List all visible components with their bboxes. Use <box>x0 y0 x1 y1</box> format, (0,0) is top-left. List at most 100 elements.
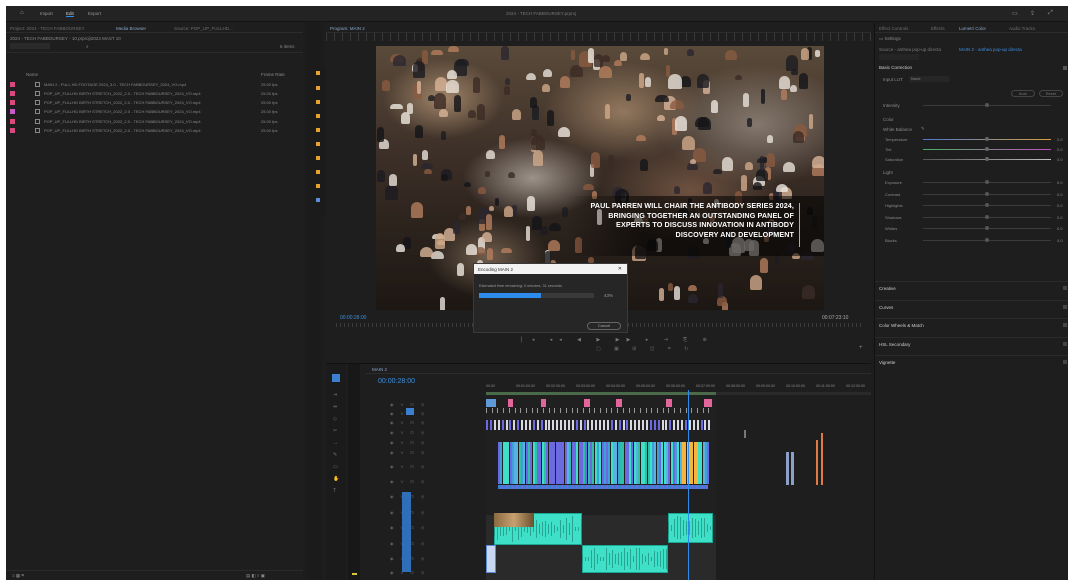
list-item[interactable]: POP_UP_FULLHD BIRTH STRETCH_2022_2.0 - T… <box>6 89 303 97</box>
clip[interactable] <box>606 420 609 430</box>
clip[interactable] <box>642 420 644 430</box>
clip[interactable] <box>744 430 746 438</box>
section-header[interactable]: Vignette <box>879 360 895 365</box>
track-header[interactable]: ◉ V ⊡ ◎ <box>390 420 480 428</box>
clip[interactable] <box>673 420 676 430</box>
tab-source[interactable]: Source: POP_UP_FULLHD... <box>174 26 233 31</box>
tab-edit[interactable]: Edit <box>66 11 74 17</box>
home-icon[interactable]: ⌂ <box>20 10 24 16</box>
share-icon[interactable]: ⇪ <box>1030 10 1035 17</box>
close-icon[interactable]: ✕ <box>618 266 622 272</box>
clip[interactable] <box>505 420 508 430</box>
clip[interactable] <box>610 420 613 430</box>
tab-import[interactable]: Import <box>40 11 53 16</box>
tab-effects[interactable]: Effects <box>931 26 945 31</box>
clip[interactable] <box>544 420 547 430</box>
clip[interactable] <box>541 399 546 407</box>
col-name-header[interactable]: Name <box>26 72 38 77</box>
section-header[interactable]: Creative <box>879 286 896 291</box>
search-icon[interactable]: ⌕ <box>86 44 89 49</box>
clip[interactable] <box>486 420 488 430</box>
clip[interactable] <box>532 420 535 430</box>
cancel-button[interactable]: Cancel <box>587 322 621 330</box>
clip[interactable] <box>536 420 539 430</box>
slider-knob[interactable] <box>985 180 989 184</box>
tab-export[interactable]: Export <box>88 11 101 16</box>
section-header[interactable]: Curves <box>879 305 893 310</box>
clip[interactable] <box>595 420 598 430</box>
section-header[interactable]: Color Wheels & Match <box>879 323 924 328</box>
clip[interactable] <box>618 420 621 430</box>
clip[interactable] <box>591 420 594 430</box>
list-item[interactable]: POP_UP_FULLHD BIRTH STRETCH_2022_2.0 - T… <box>6 108 303 116</box>
track-header[interactable]: ◉ V ⊡ ◎ <box>390 464 480 472</box>
slider-knob[interactable] <box>985 137 989 141</box>
clip[interactable] <box>696 420 699 430</box>
reset-button[interactable]: Reset <box>1039 90 1063 97</box>
track-header[interactable]: ◉ V ⊡ ◎ <box>390 402 480 410</box>
lumetri-settings-tab[interactable]: ▭ Settings <box>879 36 901 42</box>
clip[interactable] <box>666 399 672 407</box>
clip[interactable] <box>571 420 574 430</box>
clip[interactable] <box>556 420 559 430</box>
clip[interactable] <box>603 420 605 430</box>
clip[interactable] <box>528 420 531 430</box>
clip[interactable] <box>540 420 543 430</box>
slider-knob[interactable] <box>985 147 989 151</box>
clip[interactable] <box>493 420 496 430</box>
track-header[interactable]: ◉ V ⊡ ◎ <box>390 450 480 458</box>
slider-knob[interactable] <box>985 226 989 230</box>
clip[interactable] <box>657 420 660 430</box>
clip[interactable] <box>626 420 629 430</box>
clip[interactable] <box>661 420 664 430</box>
clip[interactable] <box>614 420 617 430</box>
tab-program[interactable]: Program: MAIN 2 <box>330 26 365 31</box>
clip[interactable] <box>486 545 496 573</box>
clip[interactable] <box>508 399 513 407</box>
clip[interactable] <box>497 420 500 430</box>
list-item[interactable]: POP_UP_FULLHD BIRTH STRETCH_2022_2.0 - T… <box>6 117 303 125</box>
section-header[interactable]: HSL Secondary <box>879 342 910 347</box>
slider-knob[interactable] <box>985 214 989 219</box>
clip[interactable] <box>584 399 590 407</box>
clip[interactable] <box>567 420 570 430</box>
clip[interactable] <box>560 420 563 430</box>
clip[interactable] <box>645 420 648 430</box>
clip[interactable] <box>708 420 711 430</box>
timeline-timecode[interactable]: 00:00:28:00 <box>378 378 415 385</box>
track-header[interactable]: ◉ V ⊡ ◎ <box>390 440 480 448</box>
track-target-a1[interactable] <box>402 492 411 572</box>
clip[interactable] <box>688 420 691 430</box>
fullscreen-icon[interactable]: ⤢ <box>1048 10 1053 17</box>
clip[interactable] <box>786 452 789 485</box>
clip[interactable] <box>816 440 818 485</box>
section-toggle[interactable] <box>1063 323 1067 328</box>
intensity-knob[interactable] <box>985 103 989 107</box>
tab-audio-tracks[interactable]: Audio Tracks <box>1009 26 1035 31</box>
clip[interactable] <box>665 420 668 430</box>
track-target-v1[interactable] <box>406 408 414 415</box>
list-item[interactable]: MAIN 2 - FULL HD FOOTAGE 2024_3.0 - TECH… <box>6 80 303 88</box>
list-view-icon[interactable]: ≡ ▦ ⌗ <box>12 573 24 579</box>
clip[interactable] <box>630 420 633 430</box>
tab-effect-controls[interactable]: Effect Controls <box>879 26 908 31</box>
clip[interactable] <box>501 420 504 430</box>
section-toggle[interactable] <box>1063 66 1067 70</box>
clip[interactable] <box>707 442 710 484</box>
clip[interactable] <box>704 399 712 407</box>
search-input[interactable] <box>10 43 50 49</box>
track-header[interactable]: ◉ V ⊡ ◎ <box>390 479 480 487</box>
section-toggle[interactable] <box>1063 341 1067 346</box>
clip[interactable] <box>684 420 687 430</box>
clip[interactable] <box>700 420 703 430</box>
clip[interactable] <box>525 420 527 430</box>
clip[interactable] <box>513 420 516 430</box>
tab-media-browser[interactable]: Media Browser <box>116 26 146 31</box>
clip[interactable] <box>821 433 823 485</box>
clip[interactable] <box>791 452 794 485</box>
input-lut-select[interactable]: None <box>909 76 949 82</box>
clip[interactable] <box>677 420 680 430</box>
clip[interactable] <box>564 420 566 430</box>
tab-lumetri-color[interactable]: Lumetri Color <box>959 26 986 31</box>
program-timecode[interactable]: 00:00:28:00 <box>340 315 366 321</box>
